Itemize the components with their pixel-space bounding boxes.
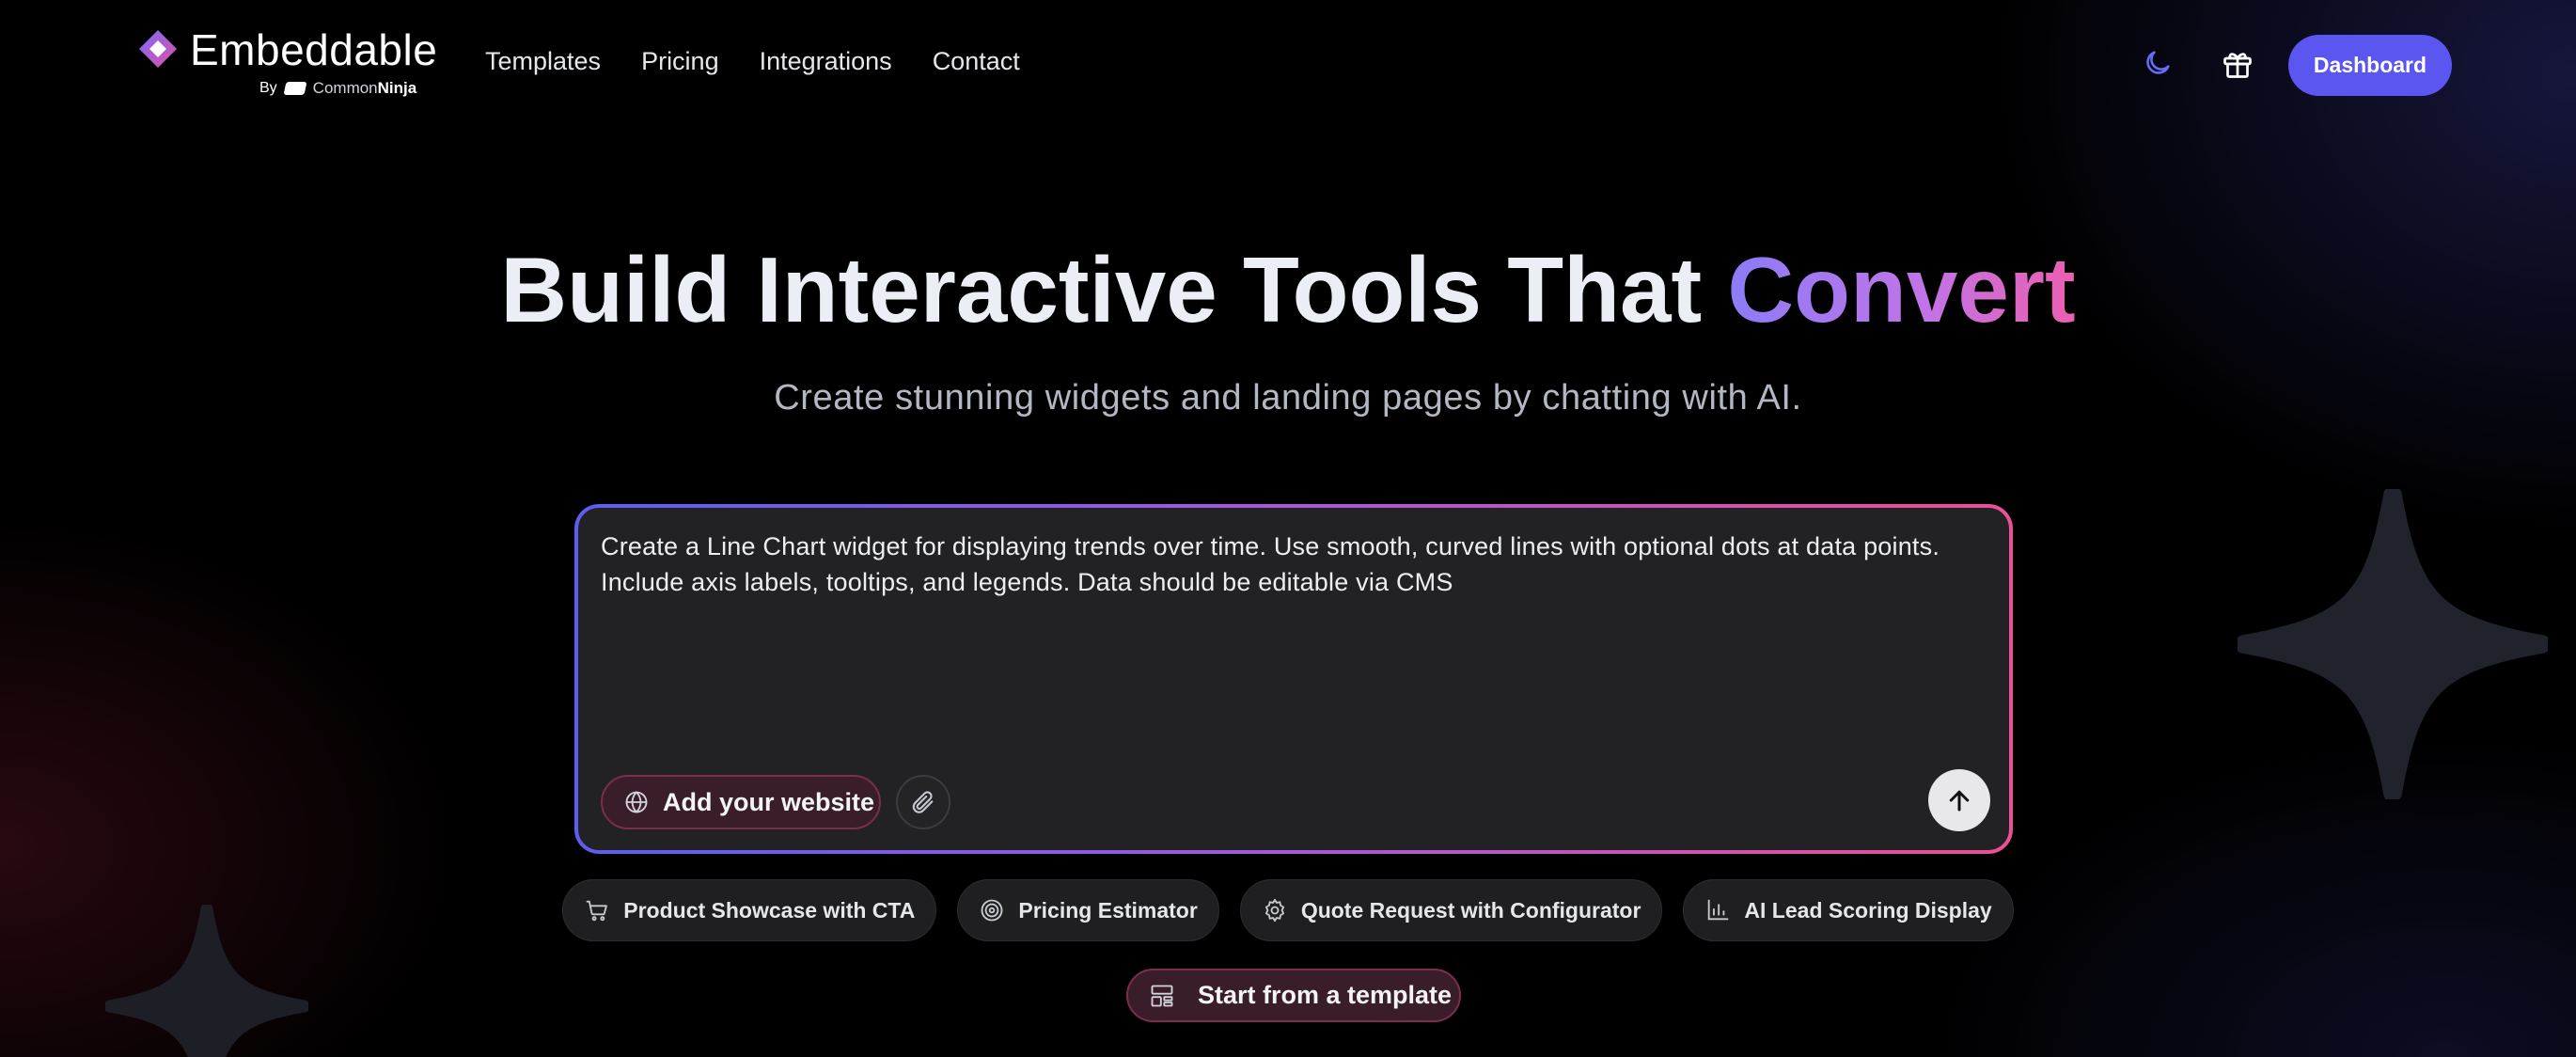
suggestion-chip-ai-lead-scoring[interactable]: AI Lead Scoring Display <box>1683 879 2014 941</box>
nav-item-pricing[interactable]: Pricing <box>641 47 719 76</box>
prompt-box-inner: Create a Line Chart widget for displayin… <box>578 508 2009 850</box>
send-button[interactable] <box>1928 769 1990 831</box>
paperclip-icon <box>912 791 934 813</box>
prompt-box: Create a Line Chart widget for displayin… <box>574 504 2013 854</box>
target-icon <box>981 899 1003 922</box>
commonninja-logo-icon <box>283 82 307 95</box>
attach-button[interactable] <box>896 775 950 829</box>
dashboard-button[interactable]: Dashboard <box>2288 35 2452 96</box>
start-from-template-button[interactable]: Start from a template <box>1126 969 1461 1022</box>
arrow-up-icon <box>1949 790 1970 812</box>
top-header: Embeddable By CommonNinja Templates Pric… <box>0 0 2576 132</box>
hero-title: Build Interactive Tools That Convert <box>0 237 2576 343</box>
hero-title-main: Build Interactive Tools That <box>500 238 1728 341</box>
sparkle-decoration-icon <box>2238 489 2548 799</box>
add-website-label: Add your website <box>663 787 875 816</box>
nav-item-templates[interactable]: Templates <box>485 47 601 76</box>
brand-name: Embeddable <box>190 25 438 74</box>
layout-template-icon <box>1151 985 1173 1006</box>
partner-suffix: Ninja <box>377 79 417 97</box>
start-from-template-label: Start from a template <box>1198 981 1453 1009</box>
byline-partner: CommonNinja <box>313 79 417 98</box>
gift-icon[interactable] <box>2221 47 2254 81</box>
embeddable-logo-icon <box>137 28 179 70</box>
partner-prefix: Common <box>312 79 378 97</box>
hero-subtitle: Create stunning widgets and landing page… <box>774 378 1802 418</box>
suggestion-chip-label: Pricing Estimator <box>1018 897 1198 923</box>
page: Embeddable By CommonNinja Templates Pric… <box>0 0 2576 1057</box>
suggestion-chip-label: Product Showcase with CTA <box>623 897 916 923</box>
suggestion-chip-quote-request[interactable]: Quote Request with Configurator <box>1239 879 1663 941</box>
suggestion-chip-pricing-estimator[interactable]: Pricing Estimator <box>957 879 1219 941</box>
nav-item-contact[interactable]: Contact <box>933 47 1020 76</box>
suggestion-chip-label: Quote Request with Configurator <box>1300 897 1641 923</box>
globe-icon <box>625 791 648 813</box>
brand-logo[interactable]: Embeddable By CommonNinja <box>137 25 437 105</box>
bar-chart-icon <box>1708 899 1729 921</box>
suggestion-chip-label: AI Lead Scoring Display <box>1744 897 1992 923</box>
nav-item-integrations[interactable]: Integrations <box>760 47 892 76</box>
prompt-input[interactable]: Create a Line Chart widget for displayin… <box>601 528 1973 600</box>
cart-icon <box>586 900 608 922</box>
main-nav: Templates Pricing Integrations Contact <box>485 47 1020 76</box>
suggestion-chips: Product Showcase with CTA Pricing Estima… <box>0 879 2576 941</box>
moon-icon[interactable] <box>2142 47 2174 79</box>
suggestion-chip-product-showcase[interactable]: Product Showcase with CTA <box>562 879 937 941</box>
byline-by: By <box>259 80 277 96</box>
brand-byline: By CommonNinja <box>259 79 416 98</box>
gear-icon <box>1264 898 1284 923</box>
add-website-button[interactable]: Add your website <box>601 775 881 829</box>
hero-title-accent: Convert <box>1727 238 2076 341</box>
